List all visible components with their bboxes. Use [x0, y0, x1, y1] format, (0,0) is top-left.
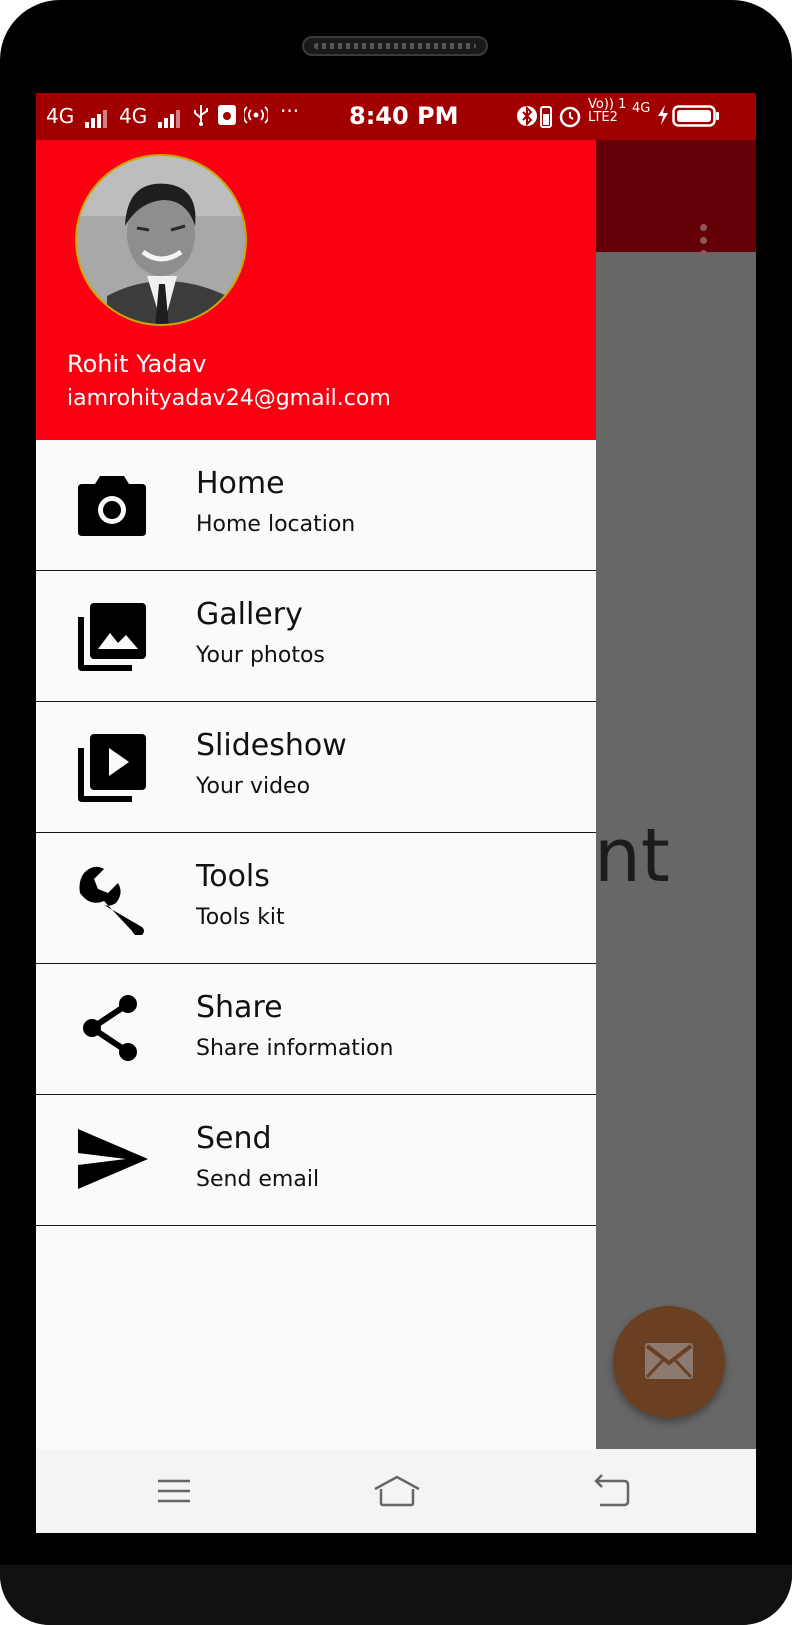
network-indicator-1: 4G — [46, 104, 109, 128]
menu-item-tools[interactable]: Tools Tools kit — [36, 833, 596, 964]
more-dots-icon: ··· — [280, 99, 300, 123]
wrench-icon — [79, 866, 144, 935]
menu-item-subtitle: Home location — [196, 512, 356, 537]
system-nav-bar — [36, 1449, 756, 1533]
menu-icon[interactable] — [154, 1473, 194, 1509]
menu-item-subtitle: Your video — [196, 774, 311, 799]
menu-item-title: Slideshow — [196, 728, 347, 763]
drawer-menu: Home Home location Gallery Your photos S… — [36, 440, 596, 1226]
more-vert-icon[interactable] — [700, 224, 708, 258]
navigation-drawer: Rohit Yadav iamrohityadav24@gmail.com Ho… — [36, 140, 596, 1449]
menu-item-title: Send — [196, 1121, 272, 1156]
bluetooth-icon — [516, 104, 538, 133]
menu-item-send[interactable]: Send Send email — [36, 1095, 596, 1226]
send-icon — [78, 1129, 148, 1189]
menu-item-title: Tools — [196, 859, 270, 894]
menu-item-subtitle: Share information — [196, 1036, 394, 1061]
battery-icon — [672, 105, 720, 132]
menu-item-share[interactable]: Share Share information — [36, 964, 596, 1095]
menu-item-subtitle: Send email — [196, 1167, 320, 1192]
drawer-header: Rohit Yadav iamrohityadav24@gmail.com — [36, 140, 596, 440]
menu-item-subtitle: Tools kit — [196, 905, 285, 930]
phone-bottom-bezel — [0, 1565, 792, 1625]
hotspot-icon — [242, 104, 270, 131]
status-bar: 4G 4G ··· 8:40 PM Vo)) 1 LTE2 4G — [36, 93, 756, 140]
battery-saver-icon — [540, 104, 552, 133]
menu-item-home[interactable]: Home Home location — [36, 440, 596, 571]
phone-frame: nt 4G 4G ··· 8:40 PM Vo)) 1 LTE2 4G Rohi… — [0, 0, 792, 1625]
menu-item-slideshow[interactable]: Slideshow Your video — [36, 702, 596, 833]
avatar[interactable] — [75, 154, 247, 326]
menu-item-title: Share — [196, 990, 283, 1025]
volte-indicator: Vo)) 1 LTE2 — [588, 97, 627, 125]
email-fab-button[interactable] — [613, 1306, 725, 1418]
share-icon — [83, 995, 137, 1061]
background-content-text: nt — [594, 813, 670, 899]
usb-icon — [192, 104, 210, 131]
gallery-icon — [78, 603, 146, 671]
charging-icon — [656, 104, 670, 131]
menu-item-subtitle: Your photos — [196, 643, 325, 668]
status-time: 8:40 PM — [349, 102, 459, 130]
slideshow-icon — [78, 734, 146, 802]
app-notification-icon — [217, 104, 237, 131]
camera-icon — [78, 476, 146, 536]
user-name: Rohit Yadav — [67, 350, 207, 378]
menu-item-title: Home — [196, 466, 285, 501]
alarm-icon — [558, 104, 582, 133]
back-icon[interactable] — [592, 1473, 632, 1509]
email-icon — [645, 1343, 693, 1379]
signal-icon — [157, 104, 182, 128]
screen: nt 4G 4G ··· 8:40 PM Vo)) 1 LTE2 4G Rohi… — [36, 93, 756, 1533]
menu-item-title: Gallery — [196, 597, 303, 632]
phone-speaker — [302, 36, 488, 56]
home-icon[interactable] — [372, 1473, 422, 1509]
network-indicator-2: 4G — [119, 104, 182, 128]
signal-icon — [84, 104, 109, 128]
menu-item-gallery[interactable]: Gallery Your photos — [36, 571, 596, 702]
network-indicator-3: 4G — [632, 101, 651, 116]
user-email: iamrohityadav24@gmail.com — [67, 386, 391, 411]
